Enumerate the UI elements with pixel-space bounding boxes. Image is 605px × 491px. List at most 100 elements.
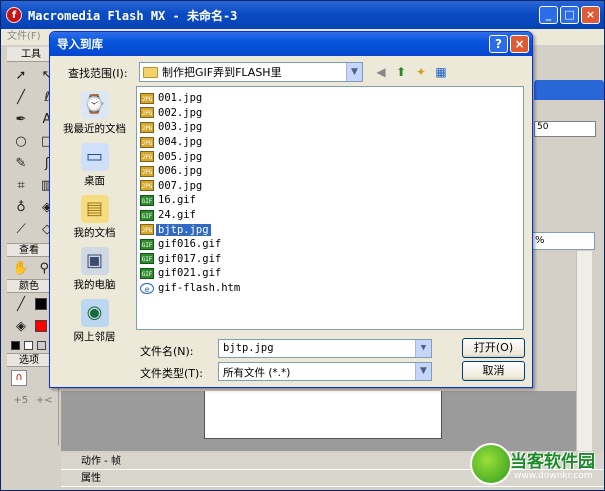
- close-icon[interactable]: ×: [510, 35, 529, 53]
- close-window-icon[interactable]: ×: [581, 6, 600, 24]
- gif-file-icon: GIF: [140, 209, 154, 221]
- watermark-name: 当客软件园: [510, 452, 595, 472]
- default-colors-icon[interactable]: [11, 340, 20, 350]
- filetype-select[interactable]: 所有文件 (*.*) ▼: [218, 362, 432, 381]
- new-folder-icon[interactable]: ✦: [413, 64, 429, 80]
- file-list-item[interactable]: GIF 16.gif: [140, 193, 520, 208]
- file-name: 001.jpg: [158, 92, 203, 105]
- file-list[interactable]: JPG 001.jpg JPG 002.jpg JPG 003.jpg JPG 004.jpg…: [136, 86, 524, 330]
- maximize-icon[interactable]: □: [560, 6, 579, 24]
- filetype-label: 文件类型(T):: [140, 367, 204, 380]
- my-documents-icon: ▤: [80, 195, 109, 223]
- jpg-file-icon: JPG: [140, 224, 154, 236]
- chevron-down-icon[interactable]: ▼: [415, 340, 431, 357]
- view-menu-icon[interactable]: ▦: [433, 64, 449, 80]
- place-desktop[interactable]: ▭ 桌面: [55, 143, 134, 192]
- file-list-item[interactable]: GIF 24.gif: [140, 208, 520, 223]
- desktop-icon: ▭: [80, 143, 109, 171]
- jpg-file-icon: JPG: [140, 165, 154, 177]
- place-label: 我的文档: [73, 227, 116, 239]
- file-name: gif021.gif: [158, 267, 222, 280]
- place-network[interactable]: ◉ 网上邻居: [55, 299, 134, 348]
- dialog-title: 导入到库: [57, 37, 103, 51]
- file-list-item[interactable]: GIF gif017.gif: [140, 252, 520, 267]
- jpg-file-icon: JPG: [140, 92, 154, 104]
- jpg-file-icon: JPG: [140, 107, 154, 119]
- place-label: 我的电脑: [73, 279, 116, 291]
- jpg-file-icon: JPG: [140, 180, 154, 192]
- chevron-down-icon[interactable]: ▼: [346, 63, 362, 81]
- ink-bottle-tool-icon[interactable]: ♁: [11, 198, 31, 217]
- lookin-combo[interactable]: 制作把GIF弄到FLASH里 ▼: [139, 62, 363, 82]
- minimize-icon[interactable]: _: [539, 6, 558, 24]
- line-tool-icon[interactable]: ╱: [11, 88, 31, 107]
- flash-titlebar[interactable]: f Macromedia Flash MX - 未命名-3 _ □ ×: [1, 1, 604, 29]
- stage-canvas[interactable]: [204, 391, 442, 439]
- htm-file-icon: e: [140, 282, 154, 294]
- file-name: 24.gif: [158, 209, 196, 222]
- file-list-item[interactable]: GIF gif016.gif: [140, 237, 520, 252]
- eyedropper-tool-icon[interactable]: ⟋: [11, 220, 31, 239]
- folder-icon: [143, 66, 158, 78]
- straighten-icon[interactable]: +<: [35, 391, 55, 410]
- gif-file-icon: GIF: [140, 194, 154, 206]
- filename-label: 文件名(N):: [140, 345, 194, 358]
- file-list-item[interactable]: JPG 006.jpg: [140, 164, 520, 179]
- fill-color-swatch[interactable]: [35, 320, 47, 332]
- swap-colors-icon[interactable]: [37, 340, 46, 350]
- file-list-item[interactable]: JPG 003.jpg: [140, 120, 520, 135]
- hand-tool-icon[interactable]: ✋: [11, 259, 31, 278]
- gif-file-icon: GIF: [140, 253, 154, 265]
- cancel-button[interactable]: 取消: [462, 361, 525, 381]
- pen-tool-icon[interactable]: ✒: [11, 110, 31, 129]
- fill-color-icon: ◈: [16, 318, 26, 334]
- filename-value: bjtp.jpg: [223, 342, 274, 354]
- place-recent[interactable]: ⌚ 我最近的文档: [55, 91, 134, 140]
- jpg-file-icon: JPG: [140, 121, 154, 133]
- zoom-select[interactable]: %: [531, 232, 595, 250]
- file-list-item[interactable]: JPG bjtp.jpg: [140, 222, 520, 237]
- file-list-item[interactable]: JPG 005.jpg: [140, 149, 520, 164]
- import-to-library-dialog: 导入到库 ? × 查找范围(I): 制作把GIF弄到FLASH里 ▼ ◀ ⬆ ✦…: [49, 31, 533, 388]
- file-name: gif017.gif: [158, 252, 222, 265]
- ruler-label: 50: [537, 122, 549, 132]
- file-list-item[interactable]: GIF gif021.gif: [140, 266, 520, 281]
- back-icon[interactable]: ◀: [373, 64, 389, 80]
- timeline-window-titlebar[interactable]: [534, 80, 604, 100]
- place-my-computer[interactable]: ▣ 我的电脑: [55, 247, 134, 296]
- file-list-item[interactable]: JPG 002.jpg: [140, 106, 520, 121]
- lookin-label: 查找范围(I):: [68, 67, 128, 80]
- free-transform-tool-icon[interactable]: ⌗: [11, 176, 31, 195]
- place-label: 桌面: [84, 175, 105, 187]
- no-color-icon[interactable]: [24, 340, 33, 350]
- file-list-item[interactable]: e gif-flash.htm: [140, 281, 520, 296]
- file-list-item[interactable]: JPG 001.jpg: [140, 91, 520, 106]
- vertical-scrollbar[interactable]: [576, 251, 592, 451]
- watermark-url: www.downkr.com: [514, 471, 593, 481]
- dialog-titlebar[interactable]: 导入到库 ? ×: [50, 32, 532, 56]
- pencil-tool-icon[interactable]: ✎: [11, 154, 31, 173]
- magnet-icon[interactable]: ∩: [11, 370, 27, 386]
- up-folder-icon[interactable]: ⬆: [393, 64, 409, 80]
- arrow-tool-icon[interactable]: ➚: [11, 66, 31, 85]
- file-name: 004.jpg: [158, 136, 203, 149]
- open-button[interactable]: 打开(O): [462, 338, 525, 358]
- watermark-logo-icon: [470, 443, 512, 485]
- file-name: 16.gif: [158, 194, 196, 207]
- help-icon[interactable]: ?: [489, 35, 508, 53]
- place-label: 网上邻居: [73, 331, 116, 343]
- filename-input[interactable]: bjtp.jpg ▼: [218, 339, 432, 358]
- file-list-item[interactable]: JPG 004.jpg: [140, 135, 520, 150]
- oval-tool-icon[interactable]: ○: [11, 132, 31, 151]
- file-list-item[interactable]: JPG 007.jpg: [140, 179, 520, 194]
- frame-ruler: 50: [534, 121, 596, 137]
- chevron-down-icon[interactable]: ▼: [415, 363, 431, 380]
- jpg-file-icon: JPG: [140, 151, 154, 163]
- stroke-color-swatch[interactable]: [35, 298, 47, 310]
- network-places-icon: ◉: [80, 299, 109, 327]
- menu-file[interactable]: 文件(F): [7, 31, 41, 42]
- site-watermark: 当客软件园 www.downkr.com: [470, 443, 605, 489]
- place-my-documents[interactable]: ▤ 我的文档: [55, 195, 134, 244]
- smooth-icon[interactable]: +5: [11, 391, 31, 410]
- recent-documents-icon: ⌚: [80, 91, 109, 119]
